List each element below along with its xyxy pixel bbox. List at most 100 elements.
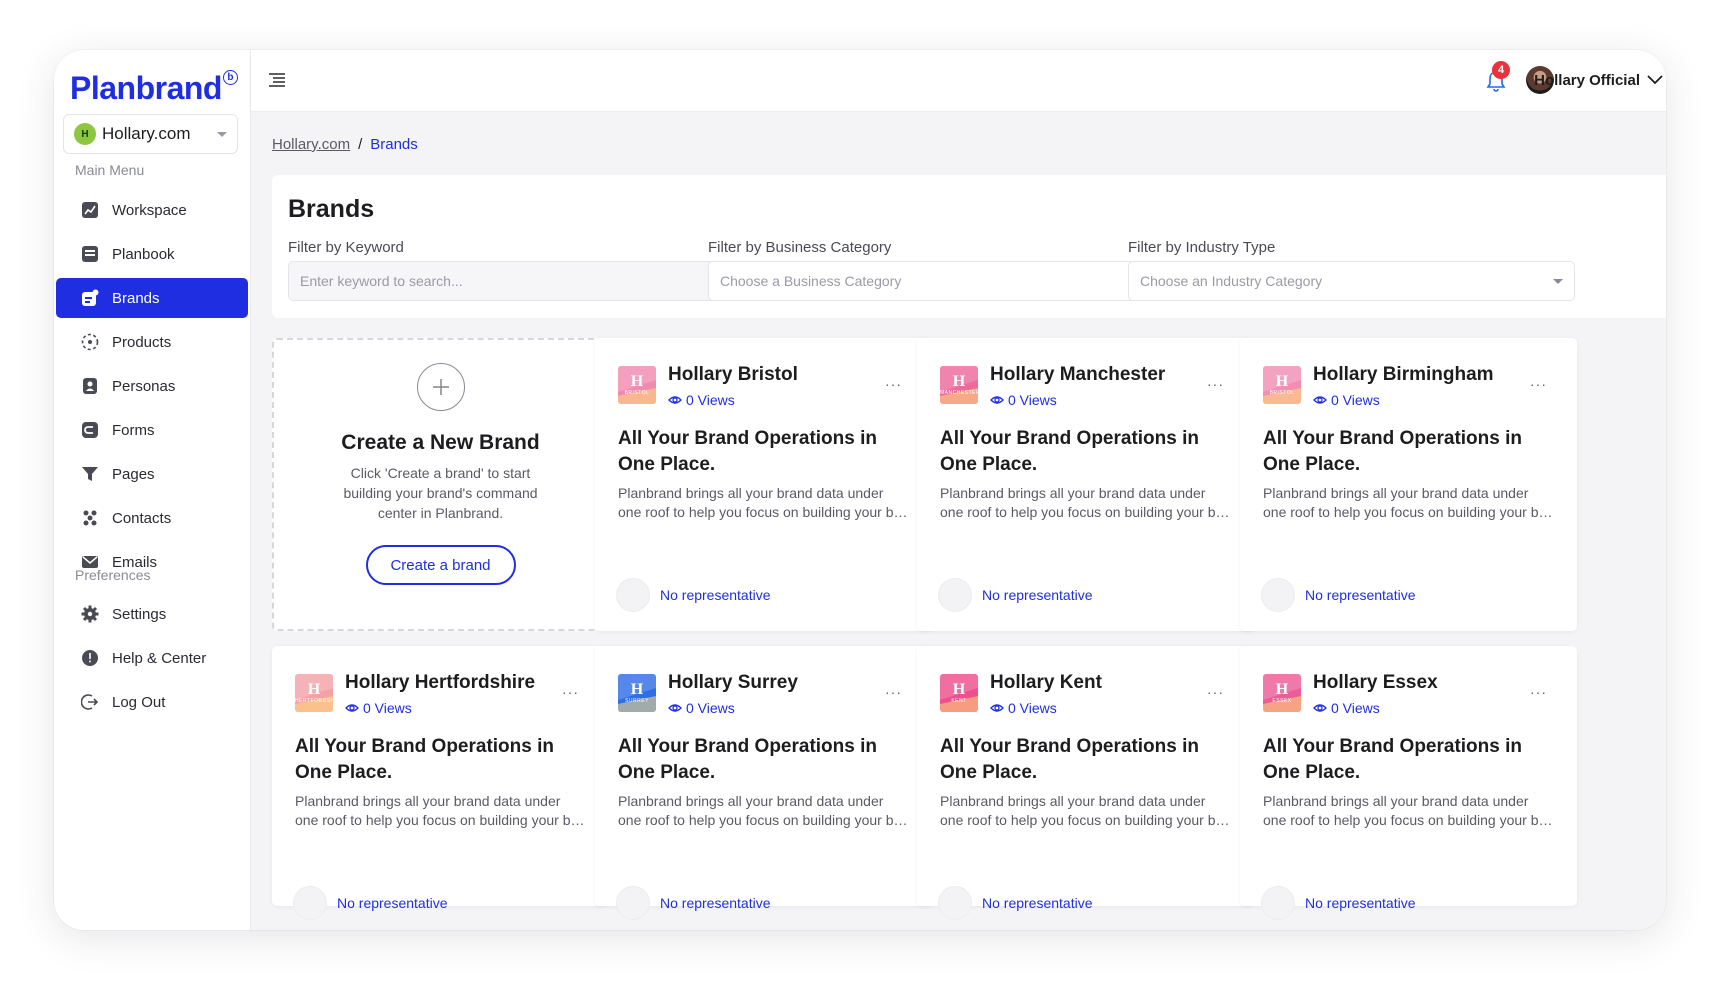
sidebar-item-label: Log Out <box>112 693 166 711</box>
sidebar-item-label: Settings <box>112 605 167 623</box>
sidebar-item-settings[interactable]: Settings <box>56 594 248 634</box>
brand-name[interactable]: Hollary Surrey <box>668 672 798 694</box>
more-options-icon[interactable]: ··· <box>1530 684 1547 700</box>
chevron-down-icon[interactable] <box>1646 70 1664 88</box>
sidebar-item-forms[interactable]: Forms <box>56 410 248 450</box>
notification-count-badge: 4 <box>1492 61 1510 79</box>
business-placeholder: Choose a Business Category <box>720 273 902 289</box>
more-options-icon[interactable]: ··· <box>885 376 902 392</box>
sidebar-item-label: Help & Center <box>112 649 207 667</box>
sidebar-item-help[interactable]: Help & Center <box>56 638 248 678</box>
workspace-select[interactable]: H Hollary.com <box>63 114 238 154</box>
more-options-icon[interactable]: ··· <box>562 684 579 700</box>
representative-text[interactable]: No representative <box>660 895 771 911</box>
plus-icon[interactable] <box>416 363 465 411</box>
logo-badge: b <box>222 70 238 85</box>
sidebar-item-logout[interactable]: Log Out <box>56 682 248 722</box>
sidebar: Planbrand b H Hollary.com Main Menu Work… <box>54 50 251 930</box>
sidebar-item-products[interactable]: Products <box>56 322 248 362</box>
brand-card-heading: All Your Brand Operations in One Place. <box>1263 736 1522 783</box>
brand-card-header: H HERTFORDSHIRE Hollary Hertfordshire 0 … <box>295 672 535 716</box>
brand-card-heading: All Your Brand Operations in One Place. <box>940 428 1199 475</box>
app-logo[interactable]: Planbrand b <box>70 70 238 107</box>
representative-text[interactable]: No representative <box>1305 895 1416 911</box>
keyword-filter-label: Filter by Keyword <box>288 239 404 256</box>
brand-views: 0 Views <box>668 700 798 716</box>
more-options-icon[interactable]: ··· <box>1207 376 1224 392</box>
keyword-search-input[interactable]: Enter keyword to search... <box>288 261 735 301</box>
representative-avatar <box>1261 578 1295 612</box>
representative-avatar <box>938 886 972 920</box>
brand-card-header: H KENT Hollary Kent 0 Views <box>940 672 1102 716</box>
representative-avatar <box>938 578 972 612</box>
sidebar-item-label: Planbook <box>112 245 175 263</box>
keyword-placeholder: Enter keyword to search... <box>300 273 463 289</box>
brand-representative: No representative <box>1261 578 1416 612</box>
menu-toggle-icon[interactable] <box>269 73 285 87</box>
brand-desc-line: Planbrand brings all your brand data und… <box>295 793 561 809</box>
representative-avatar <box>1261 886 1295 920</box>
breadcrumb-separator: / <box>358 136 363 153</box>
eye-icon <box>990 704 1004 712</box>
industry-type-select[interactable]: Choose an Industry Category <box>1128 261 1575 301</box>
brands-icon <box>80 288 100 308</box>
business-category-select[interactable]: Choose a Business Category <box>708 261 1155 301</box>
brand-card[interactable]: H HERTFORDSHIRE Hollary Hertfordshire 0 … <box>272 646 609 920</box>
brand-card-description: Planbrand brings all your brand data und… <box>1263 792 1553 830</box>
more-options-icon[interactable]: ··· <box>1207 684 1224 700</box>
sidebar-item-pages[interactable]: Pages <box>56 454 248 494</box>
representative-text[interactable]: No representative <box>982 895 1093 911</box>
brand-name[interactable]: Hollary Essex <box>1313 672 1438 694</box>
more-options-icon[interactable]: ··· <box>1530 376 1547 392</box>
brand-representative: No representative <box>1261 886 1416 920</box>
user-name[interactable]: Hollary Official <box>1534 72 1640 89</box>
sidebar-item-label: Personas <box>112 377 176 395</box>
brand-card[interactable]: H ESSEX Hollary Essex 0 Views ··· All Yo… <box>1240 646 1577 920</box>
brand-card-description: Planbrand brings all your brand data und… <box>1263 484 1553 522</box>
brand-card[interactable]: H SURREY Hollary Surrey 0 Views ··· All … <box>595 646 932 920</box>
representative-text[interactable]: No representative <box>337 895 448 911</box>
brand-views-count: 0 Views <box>1008 392 1057 408</box>
brand-name[interactable]: Hollary Manchester <box>990 364 1165 386</box>
brand-views-count: 0 Views <box>1331 700 1380 716</box>
eye-icon <box>1313 396 1327 404</box>
breadcrumb: Hollary.com / Brands <box>272 136 418 153</box>
sidebar-item-workspace[interactable]: Workspace <box>56 190 248 230</box>
representative-text[interactable]: No representative <box>660 587 771 603</box>
pages-icon <box>80 464 100 484</box>
brand-name[interactable]: Hollary Birmingham <box>1313 364 1494 386</box>
representative-avatar <box>616 578 650 612</box>
brand-card[interactable]: H BRISTOL Hollary Birmingham 0 Views ···… <box>1240 338 1577 631</box>
app-window: Planbrand b H Hollary.com Main Menu Work… <box>54 50 1666 930</box>
more-options-icon[interactable]: ··· <box>885 684 902 700</box>
sidebar-item-personas[interactable]: Personas <box>56 366 248 406</box>
brand-card-heading: All Your Brand Operations in One Place. <box>295 736 554 783</box>
sidebar-item-label: Forms <box>112 421 155 439</box>
brand-logo: H ESSEX <box>1263 674 1301 712</box>
brand-logo-letter: H <box>952 681 966 698</box>
brand-views: 0 Views <box>990 700 1102 716</box>
brand-name[interactable]: Hollary Kent <box>990 672 1102 694</box>
breadcrumb-root-link[interactable]: Hollary.com <box>272 136 350 153</box>
sidebar-item-label: Products <box>112 333 172 351</box>
brand-name[interactable]: Hollary Hertfordshire <box>345 672 535 694</box>
business-category-filter: Filter by Business Category Choose a Bus… <box>708 239 1155 301</box>
brand-name[interactable]: Hollary Bristol <box>668 364 798 386</box>
sidebar-item-brands[interactable]: Brands <box>56 278 248 318</box>
sidebar-item-planbook[interactable]: Planbook <box>56 234 248 274</box>
eye-icon <box>668 704 682 712</box>
representative-text[interactable]: No representative <box>1305 587 1416 603</box>
brand-card[interactable]: H KENT Hollary Kent 0 Views ··· All Your… <box>917 646 1254 920</box>
brand-desc-line: one roof to help you focus on building y… <box>618 504 908 520</box>
brand-representative: No representative <box>616 578 771 612</box>
create-brand-button[interactable]: Create a brand <box>365 545 516 585</box>
brand-card[interactable]: H BRISTOL Hollary Bristol 0 Views ··· Al… <box>595 338 932 631</box>
brand-desc-line: Planbrand brings all your brand data und… <box>1263 485 1529 501</box>
brand-logo: H KENT <box>940 674 978 712</box>
brand-card[interactable]: H MANCHESTER Hollary Manchester 0 Views … <box>917 338 1254 631</box>
sidebar-item-contacts[interactable]: Contacts <box>56 498 248 538</box>
page-title: Brands <box>288 195 375 223</box>
brand-card-description: Planbrand brings all your brand data und… <box>940 792 1230 830</box>
workspace-icon <box>80 200 100 220</box>
representative-text[interactable]: No representative <box>982 587 1093 603</box>
